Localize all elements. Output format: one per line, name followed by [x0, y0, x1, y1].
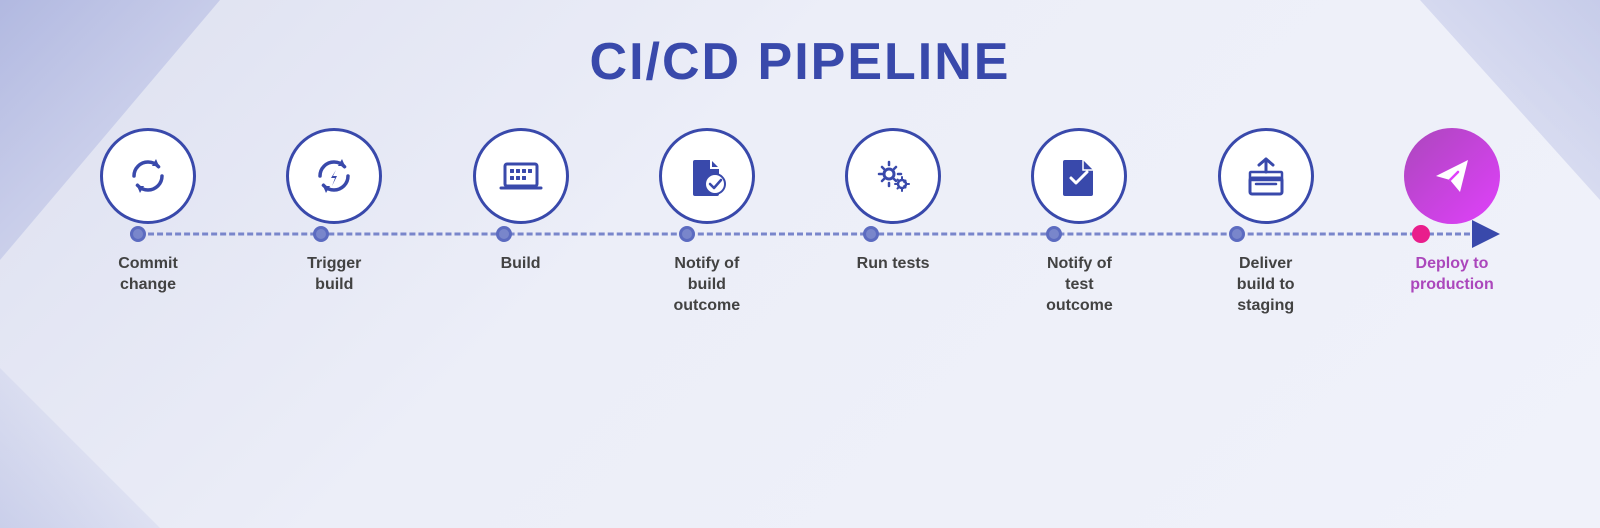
doc-check-2-icon: [1055, 152, 1103, 200]
dot-6: [1046, 226, 1062, 242]
upload-box-icon: [1242, 152, 1290, 200]
dot-8: [1412, 225, 1430, 243]
label-deploy-production: Deploy to production: [1404, 254, 1500, 296]
label-deliver-staging: Deliver build to staging: [1218, 254, 1314, 316]
gears-icon: [869, 152, 917, 200]
icons-row: [90, 128, 1510, 224]
background: CI/CD PIPELINE: [0, 0, 1600, 528]
timeline-dots: [130, 225, 1430, 243]
step-commit-change: [100, 128, 196, 224]
icon-notify-build: [659, 128, 755, 224]
sync-icon: [124, 152, 172, 200]
pipeline-diagram: Commit change Trigger build Build Notify…: [40, 128, 1560, 316]
sync-bolt-icon: [310, 152, 358, 200]
dot-4: [679, 226, 695, 242]
labels-row: Commit change Trigger build Build Notify…: [90, 254, 1510, 316]
paper-plane-icon: [1428, 152, 1476, 200]
decorative-corner-bl: [0, 368, 160, 528]
icon-deploy-production: [1404, 128, 1500, 224]
step-trigger-build: [286, 128, 382, 224]
main-content: CI/CD PIPELINE: [0, 0, 1600, 316]
icon-run-tests: [845, 128, 941, 224]
icon-notify-test: [1031, 128, 1127, 224]
laptop-code-icon: [497, 152, 545, 200]
label-notify-test: Notify of test outcome: [1031, 254, 1127, 316]
icon-commit-change: [100, 128, 196, 224]
label-commit-change: Commit change: [100, 254, 196, 296]
dot-3: [496, 226, 512, 242]
label-notify-build: Notify of build outcome: [659, 254, 755, 316]
step-notify-build: [659, 128, 755, 224]
step-deploy-production: [1404, 128, 1500, 224]
step-build: [473, 128, 569, 224]
dot-5: [863, 226, 879, 242]
label-trigger-build: Trigger build: [286, 254, 382, 296]
dot-2: [313, 226, 329, 242]
dot-7: [1229, 226, 1245, 242]
page-title: CI/CD PIPELINE: [590, 32, 1011, 92]
step-run-tests: [845, 128, 941, 224]
label-build: Build: [473, 254, 569, 275]
icon-build: [473, 128, 569, 224]
step-notify-test: [1031, 128, 1127, 224]
timeline-row: [90, 222, 1510, 246]
step-deliver-staging: [1218, 128, 1314, 224]
icon-deliver-staging: [1218, 128, 1314, 224]
icon-trigger-build: [286, 128, 382, 224]
timeline-arrow: [1472, 220, 1500, 248]
label-run-tests: Run tests: [845, 254, 941, 275]
dot-1: [130, 226, 146, 242]
doc-check-icon: [683, 152, 731, 200]
